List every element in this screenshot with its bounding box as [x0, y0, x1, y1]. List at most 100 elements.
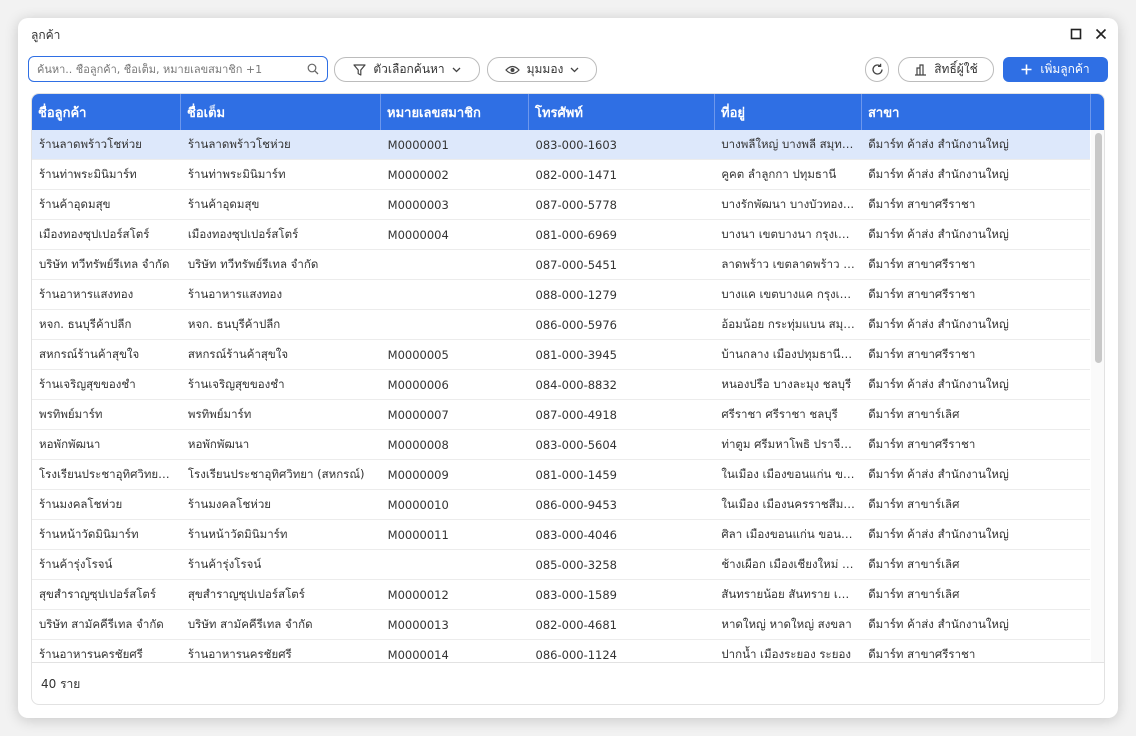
- table-row[interactable]: ร้านมงคลโชห่วยร้านมงคลโชห่วยM0000010086-…: [32, 490, 1090, 520]
- column-header-address[interactable]: ที่อยู่: [715, 94, 862, 130]
- table-row[interactable]: สหกรณ์ร้านค้าสุขใจ สหกรณ์ร้านค้าสุขใจ M000…: [32, 340, 1090, 370]
- view-button[interactable]: มุมมอง: [487, 57, 597, 82]
- user-permissions-button[interactable]: สิทธิ์ผู้ใช้: [898, 57, 994, 82]
- table-row[interactable]: บริษัท ทวีทรัพย์รีเทล จำกัดบริษัท ทวีทรั…: [32, 250, 1090, 280]
- search-icon[interactable]: [307, 63, 319, 75]
- cell-phone-text: 082-000-4681: [536, 618, 623, 632]
- cell-branch-text: ดีมาร์ท สาขาศรีราชา: [868, 346, 981, 364]
- cell-member-id: [381, 310, 529, 339]
- table-row[interactable]: หจก. ธนบุรีค้าปลีกหจก. ธนบุรีค้าปลีก086-…: [32, 310, 1090, 340]
- cell-customer-name-text: บริษัท ทวีทรัพย์รีเทล จำกัด: [39, 256, 175, 274]
- cell-full-name-text: ร้านท่าพระมินิมาร์ท: [188, 166, 292, 184]
- table-row[interactable]: ร้านเจริญสุขของชำร้านเจริญสุขของชำM00000…: [32, 370, 1090, 400]
- cell-branch: ดีมาร์ท ค้าส่ง สำนักงานใหญ่: [861, 460, 1090, 489]
- vertical-scrollbar[interactable]: [1091, 130, 1105, 662]
- table-body: ร้านลาดพร้าวโชห่วยร้านลาดพร้าวโชห่วยM000…: [32, 130, 1090, 662]
- cell-branch-text: ดีมาร์ท สาขาศรีราชา: [868, 196, 981, 214]
- cell-address: ศิลา เมืองขอนแก่น ขอนแก่น: [714, 520, 861, 549]
- column-header-customer-name[interactable]: ชื่อลูกค้า: [32, 94, 181, 130]
- cell-customer-name: พรทิพย์มาร์ท: [32, 400, 181, 429]
- table-row[interactable]: ร้านค้ารุ่งโรจน์ร้านค้ารุ่งโรจน์085-000-…: [32, 550, 1090, 580]
- cell-phone: 087-000-4918: [529, 400, 715, 429]
- cell-member-id: [381, 280, 529, 309]
- table-row[interactable]: ร้านอาหารแสงทองร้านอาหารแสงทอง088-000-12…: [32, 280, 1090, 310]
- column-header-branch[interactable]: สาขา: [862, 94, 1091, 130]
- cell-phone-text: 084-000-8832: [536, 378, 623, 392]
- cell-address-text: สันทรายน้อย สันทราย เชีย...: [721, 586, 861, 604]
- cell-branch-text: ดีมาร์ท ค้าส่ง สำนักงานใหญ่: [868, 226, 1015, 244]
- add-customer-button[interactable]: เพิ่มลูกค้า: [1003, 57, 1108, 82]
- filter-icon: [353, 64, 366, 76]
- maximize-icon[interactable]: [1069, 27, 1083, 41]
- cell-member-id: M0000011: [381, 520, 529, 549]
- cell-member-id-text: M0000005: [388, 348, 455, 362]
- cell-customer-name: ร้านมงคลโชห่วย: [32, 490, 181, 519]
- search-box[interactable]: [28, 56, 328, 82]
- cell-full-name-text: ร้านอาหารแสงทอง: [188, 286, 288, 304]
- column-header-phone[interactable]: โทรศัพท์: [529, 94, 715, 130]
- column-header-member-id[interactable]: หมายเลขสมาชิก: [381, 94, 529, 130]
- cell-branch: ดีมาร์ท ค้าส่ง สำนักงานใหญ่: [861, 610, 1090, 639]
- cell-branch: ดีมาร์ท ค้าส่ง สำนักงานใหญ่: [861, 370, 1090, 399]
- cell-member-id: M0000005: [381, 340, 529, 369]
- cell-customer-name-text: ร้านเจริญสุขของชำ: [39, 376, 142, 394]
- cell-branch-text: ดีมาร์ท ค้าส่ง สำนักงานใหญ่: [868, 136, 1015, 154]
- cell-address: ลาดพร้าว เขตลาดพร้าว ก...: [714, 250, 861, 279]
- table-header: ชื่อลูกค้า ชื่อเต็ม หมายเลขสมาชิก โทรศัพ…: [32, 94, 1105, 130]
- cell-full-name-text: โรงเรียนประชาอุทิศวิทยา (สหกรณ์): [188, 466, 371, 484]
- cell-address: อ้อมน้อย กระทุ่มแบน สมุท...: [714, 310, 861, 339]
- cell-address: บ้านกลาง เมืองปทุมธานี ป...: [714, 340, 861, 369]
- cell-address-text: ท่าตูม ศรีมหาโพธิ ปราจีนบุรี: [721, 436, 861, 454]
- table-row[interactable]: โรงเรียนประชาอุทิศวิทยา (สหกรณ์)โรงเรียน…: [32, 460, 1090, 490]
- cell-phone: 081-000-3945: [529, 340, 715, 369]
- table-row[interactable]: หอพักพัฒนาหอพักพัฒนาM0000008083-000-5604…: [32, 430, 1090, 460]
- cell-member-id: M0000009: [381, 460, 529, 489]
- cell-full-name: ร้านมงคลโชห่วย: [181, 490, 381, 519]
- cell-member-id-text: M0000002: [388, 168, 455, 182]
- cell-address-text: ศรีราชา ศรีราชา ชลบุรี: [721, 406, 843, 424]
- cell-branch: ดีมาร์ท ค้าส่ง สำนักงานใหญ่: [861, 310, 1090, 339]
- table-row[interactable]: ร้านค้าอุดมสุขร้านค้าอุดมสุขM0000003087-…: [32, 190, 1090, 220]
- cell-phone: 082-000-1471: [529, 160, 715, 189]
- cell-full-name-text: สหกรณ์ร้านค้าสุขใจ: [188, 346, 294, 364]
- cell-branch-text: ดีมาร์ท ค้าส่ง สำนักงานใหญ่: [868, 166, 1015, 184]
- cell-full-name: ร้านค้าอุดมสุข: [181, 190, 381, 219]
- cell-full-name: ร้านเจริญสุขของชำ: [181, 370, 381, 399]
- cell-customer-name: ร้านอาหารแสงทอง: [32, 280, 181, 309]
- table-row[interactable]: บริษัท สามัคคีรีเทล จำกัดบริษัท สามัคคีร…: [32, 610, 1090, 640]
- close-icon[interactable]: [1094, 27, 1108, 41]
- cell-phone: 083-000-1589: [529, 580, 715, 609]
- cell-member-id: M0000012: [381, 580, 529, 609]
- table-row[interactable]: ร้านท่าพระมินิมาร์ทร้านท่าพระมินิมาร์ทM0…: [32, 160, 1090, 190]
- cell-address: หนองปรือ บางละมุง ชลบุรี: [714, 370, 861, 399]
- cell-full-name: ร้านค้ารุ่งโรจน์: [181, 550, 381, 579]
- cell-customer-name-text: บริษัท สามัคคีรีเทล จำกัด: [39, 616, 170, 634]
- window-title: ลูกค้า: [31, 26, 60, 45]
- table-row[interactable]: ร้านอาหารนครชัยศรีร้านอาหารนครชัยศรีM000…: [32, 640, 1090, 662]
- search-input[interactable]: [37, 63, 307, 76]
- scrollbar-thumb[interactable]: [1095, 133, 1102, 363]
- table-row[interactable]: ร้านหน้าวัดมินิมาร์ทร้านหน้าวัดมินิมาร์ท…: [32, 520, 1090, 550]
- cell-full-name: ร้านอาหารนครชัยศรี: [181, 640, 381, 662]
- cell-full-name: ร้านท่าพระมินิมาร์ท: [181, 160, 381, 189]
- cell-branch: ดีมาร์ท สาขาศรีราชา: [861, 190, 1090, 219]
- header-scroll-spacer: [1091, 94, 1105, 130]
- cell-full-name: โรงเรียนประชาอุทิศวิทยา (สหกรณ์): [181, 460, 381, 489]
- cell-full-name-text: ร้านหน้าวัดมินิมาร์ท: [188, 526, 294, 544]
- cell-full-name-text: หอพักพัฒนา: [188, 436, 255, 454]
- refresh-button[interactable]: [865, 57, 889, 82]
- table-row[interactable]: พรทิพย์มาร์ทพรทิพย์มาร์ทM0000007087-000-…: [32, 400, 1090, 430]
- table-row[interactable]: ร้านลาดพร้าวโชห่วยร้านลาดพร้าวโชห่วยM000…: [32, 130, 1090, 160]
- table-row[interactable]: เมืองทองซุปเปอร์สโตร์เมืองทองซุปเปอร์สโต…: [32, 220, 1090, 250]
- cell-member-id-text: M0000009: [388, 468, 455, 482]
- cell-customer-name-text: พรทิพย์มาร์ท: [39, 406, 108, 424]
- cell-customer-name: บริษัท สามัคคีรีเทล จำกัด: [32, 610, 181, 639]
- cell-customer-name-text: สหกรณ์ร้านค้าสุขใจ: [39, 346, 145, 364]
- user-permissions-label: สิทธิ์ผู้ใช้: [934, 60, 978, 79]
- cell-branch: ดีมาร์ท สาขาศรีราชา: [861, 340, 1090, 369]
- search-options-button[interactable]: ตัวเลือกค้นหา: [334, 57, 480, 82]
- table-row[interactable]: สุขสำราญซุปเปอร์สโตร์สุขสำราญซุปเปอร์สโต…: [32, 580, 1090, 610]
- column-header-full-name[interactable]: ชื่อเต็ม: [181, 94, 381, 130]
- cell-customer-name: ร้านค้ารุ่งโรจน์: [32, 550, 181, 579]
- cell-customer-name: หอพักพัฒนา: [32, 430, 181, 459]
